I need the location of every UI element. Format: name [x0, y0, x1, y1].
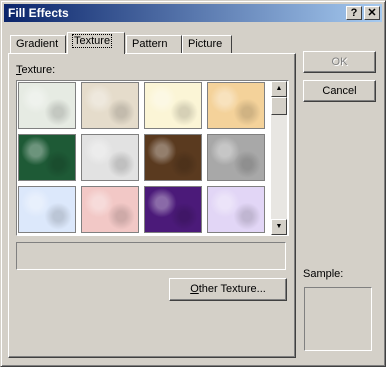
title-bar[interactable]: Fill Effects ? ✕ [4, 4, 382, 22]
texture-tile-granite[interactable] [207, 134, 265, 181]
close-button[interactable]: ✕ [364, 6, 380, 20]
texture-tile-green-marble[interactable] [18, 134, 76, 181]
texture-tile-pink-tissue-paper[interactable] [81, 186, 139, 233]
ok-button[interactable]: OK [303, 51, 376, 73]
sample-label: Sample: [303, 268, 344, 280]
scroll-thumb[interactable] [271, 97, 287, 115]
tab-texture[interactable]: Texture [67, 32, 125, 54]
help-button[interactable]: ? [346, 6, 362, 20]
texture-tile-bouquet[interactable] [207, 186, 265, 233]
tab-picture[interactable]: Picture [182, 35, 232, 53]
scroll-down-button[interactable]: ▼ [271, 219, 287, 235]
dialog-title: Fill Effects [8, 6, 69, 20]
texture-tile-white-marble[interactable] [81, 134, 139, 181]
texture-label: Texture: [16, 64, 56, 76]
texture-tile-blue-tissue-paper[interactable] [18, 186, 76, 233]
texture-tile-newsprint[interactable] [18, 82, 76, 129]
texture-tile-parchment[interactable] [144, 82, 202, 129]
scroll-up-button[interactable]: ▲ [271, 81, 287, 97]
texture-tile-brown-marble[interactable] [144, 134, 202, 181]
other-texture-button[interactable]: Other Texture... [169, 278, 287, 301]
sample-preview [304, 287, 372, 351]
tab-gradient[interactable]: Gradient [10, 35, 66, 53]
gallery-scrollbar[interactable]: ▲ ▼ [271, 81, 287, 235]
tab-pattern[interactable]: Pattern [126, 35, 182, 53]
texture-gallery [16, 80, 289, 236]
texture-name-field [16, 242, 286, 270]
texture-tile-recycled-paper[interactable] [81, 82, 139, 129]
texture-tile-stationery[interactable] [207, 82, 265, 129]
texture-tile-purple-mesh[interactable] [144, 186, 202, 233]
cancel-button[interactable]: Cancel [303, 80, 376, 102]
